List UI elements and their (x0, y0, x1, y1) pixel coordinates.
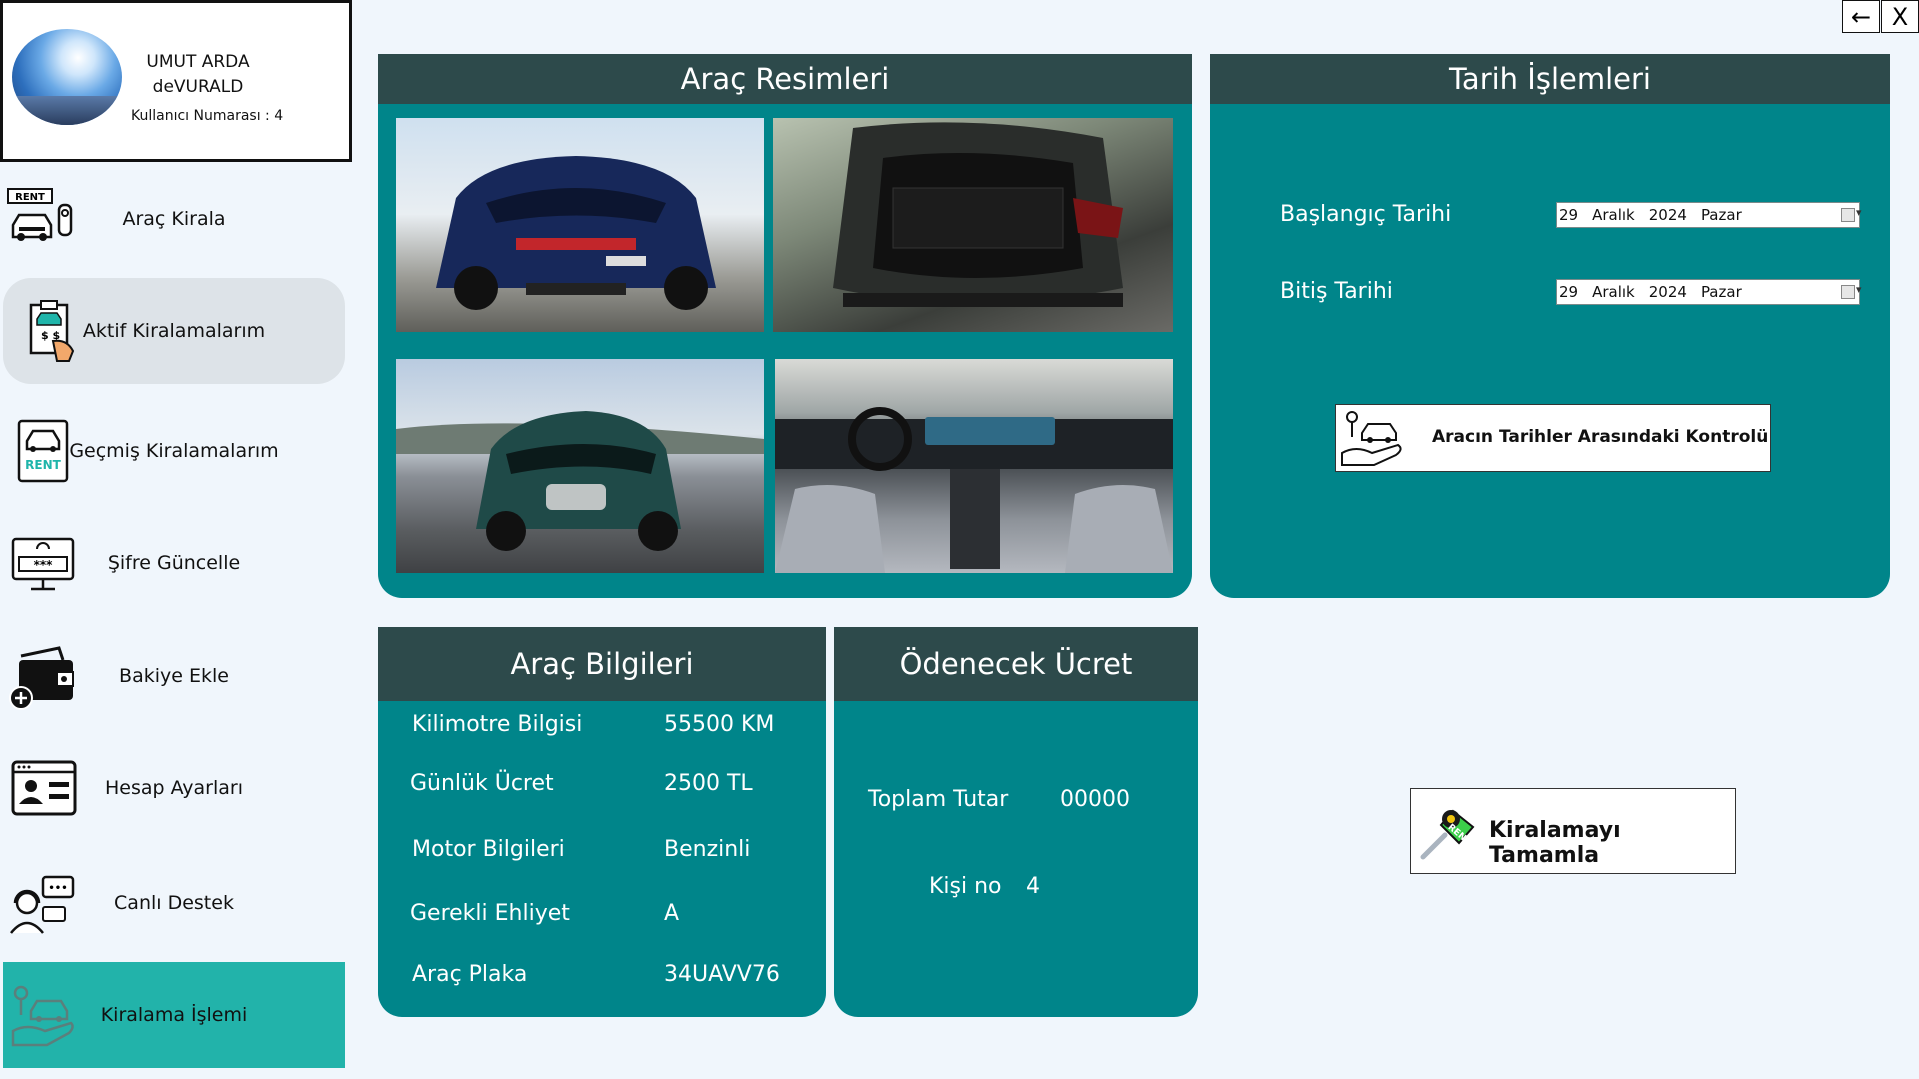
person-number-value: 4 (1026, 874, 1040, 899)
total-amount-label: Toplam Tutar (868, 787, 1009, 812)
vehicle-photos-title: Araç Resimleri (378, 54, 1192, 104)
sidebar-item-sifre-guncelle[interactable]: *** Şifre Güncelle (3, 510, 345, 616)
vehicle-photos-panel: Araç Resimleri (378, 54, 1192, 598)
total-amount-value: 00000 (1060, 787, 1130, 812)
end-date-label: Bitiş Tarihi (1280, 279, 1393, 304)
car-trunk-illustration (833, 122, 1123, 307)
start-date-picker[interactable]: 29 Aralık 2024 Pazar (1556, 202, 1862, 228)
sidebar-item-label: Aktif Kiralamalarım (82, 320, 266, 342)
sidebar-item-label: Kiralama İşlemi (100, 1004, 248, 1026)
car-rear-illustration (436, 156, 716, 310)
vehicle-info-label: Araç Plaka (412, 962, 528, 987)
user-profile-card: UMUT ARDA deVURALD Kullanıcı Numarası : … (0, 0, 352, 162)
payment-panel: Ödenecek Ücret Toplam Tutar 00000 Kişi n… (834, 627, 1198, 1017)
sidebar-item-label: Bakiye Ekle (119, 665, 229, 687)
complete-rental-label: Kiralamayı Tamamla (1489, 818, 1621, 868)
vehicle-photo-interior (775, 359, 1173, 573)
sidebar-item-label: Araç Kirala (122, 208, 226, 230)
end-date-picker[interactable]: 29 Aralık 2024 Pazar (1556, 279, 1862, 305)
car-interior-illustration (775, 407, 1173, 573)
calendar-dropdown-icon[interactable] (1841, 283, 1862, 299)
vehicle-info-label: Kilimotre Bilgisi (412, 712, 583, 737)
sidebar-item-arac-kirala[interactable]: RENT Araç Kirala (3, 166, 345, 272)
sidebar-item-label: Şifre Güncelle (107, 552, 241, 574)
calendar-dropdown-icon[interactable] (1841, 206, 1862, 222)
svg-text:RENT: RENT (15, 192, 45, 203)
vehicle-photo-trunk (773, 118, 1173, 332)
rent-key-icon: RENT (1420, 809, 1475, 860)
sidebar-item-aktif-kiralamalarim[interactable]: $ $ Aktif Kiralamalarım (3, 278, 345, 384)
vehicle-info-label: Günlük Ücret (410, 771, 554, 796)
sidebar-item-label: Hesap Ayarları (104, 777, 244, 799)
car-front-illustration (396, 411, 764, 551)
sidebar-item-label: Geçmiş Kiralamalarım (69, 440, 279, 462)
car-hand-key-icon (1341, 411, 1402, 466)
check-availability-label: Aracın Tarihler Arasındaki Kontrolü (1432, 427, 1769, 447)
vehicle-info-value: A (664, 901, 680, 926)
vehicle-info-value: 34UAVV76 (664, 962, 780, 987)
person-number-label: Kişi no (929, 874, 1002, 899)
vehicle-info-title: Araç Bilgileri (378, 627, 826, 701)
vehicle-info-panel: Araç Bilgileri Kilimotre Bilgisi 55500 K… (378, 627, 826, 1017)
vehicle-info-label: Motor Bilgileri (412, 837, 565, 862)
vehicle-info-value: 2500 TL (664, 771, 753, 796)
user-id: Kullanıcı Numarası : 4 (131, 108, 284, 124)
vehicle-info-value: Benzinli (664, 837, 751, 862)
end-day: 29 (1559, 283, 1579, 301)
sidebar-item-gecmis-kiralamalarim[interactable]: RENT Geçmiş Kiralamalarım (3, 398, 345, 504)
user-name-line2: deVURALD (152, 77, 244, 97)
sidebar-item-kiralama-islemi[interactable]: Kiralama İşlemi (3, 962, 345, 1068)
check-availability-button[interactable]: Aracın Tarihler Arasındaki Kontrolü (1335, 404, 1771, 472)
sidebar-item-bakiye-ekle[interactable]: Bakiye Ekle (3, 623, 345, 729)
start-day: 29 (1559, 206, 1579, 224)
vehicle-info-value: 55500 KM (664, 712, 775, 737)
vehicle-photo-rear (396, 118, 764, 332)
back-button[interactable]: ← (1842, 0, 1880, 33)
sidebar-item-label: Canlı Destek (114, 892, 234, 914)
user-name-line1: UMUT ARDA (146, 52, 250, 72)
end-year: 2024 (1648, 283, 1687, 301)
date-operations-title: Tarih İşlemleri (1210, 54, 1890, 104)
sidebar-item-canli-destek[interactable]: ••• Canlı Destek (3, 850, 345, 956)
date-operations-panel: Tarih İşlemleri Başlangıç Tarihi 29 Aral… (1210, 54, 1890, 598)
end-month: Aralık (1592, 283, 1635, 301)
close-button[interactable]: X (1881, 0, 1919, 33)
vehicle-photo-front (396, 359, 764, 573)
start-date-label: Başlangıç Tarihi (1280, 202, 1452, 227)
sidebar-item-hesap-ayarlari[interactable]: Hesap Ayarları (3, 735, 345, 841)
vehicle-info-label: Gerekli Ehliyet (410, 901, 570, 926)
start-weekday: Pazar (1700, 206, 1742, 224)
start-month: Aralık (1592, 206, 1635, 224)
end-weekday: Pazar (1700, 283, 1742, 301)
complete-rental-button[interactable]: RENT Kiralamayı Tamamla (1410, 788, 1736, 874)
payment-title: Ödenecek Ücret (834, 627, 1198, 701)
avatar (12, 29, 122, 125)
start-year: 2024 (1648, 206, 1687, 224)
